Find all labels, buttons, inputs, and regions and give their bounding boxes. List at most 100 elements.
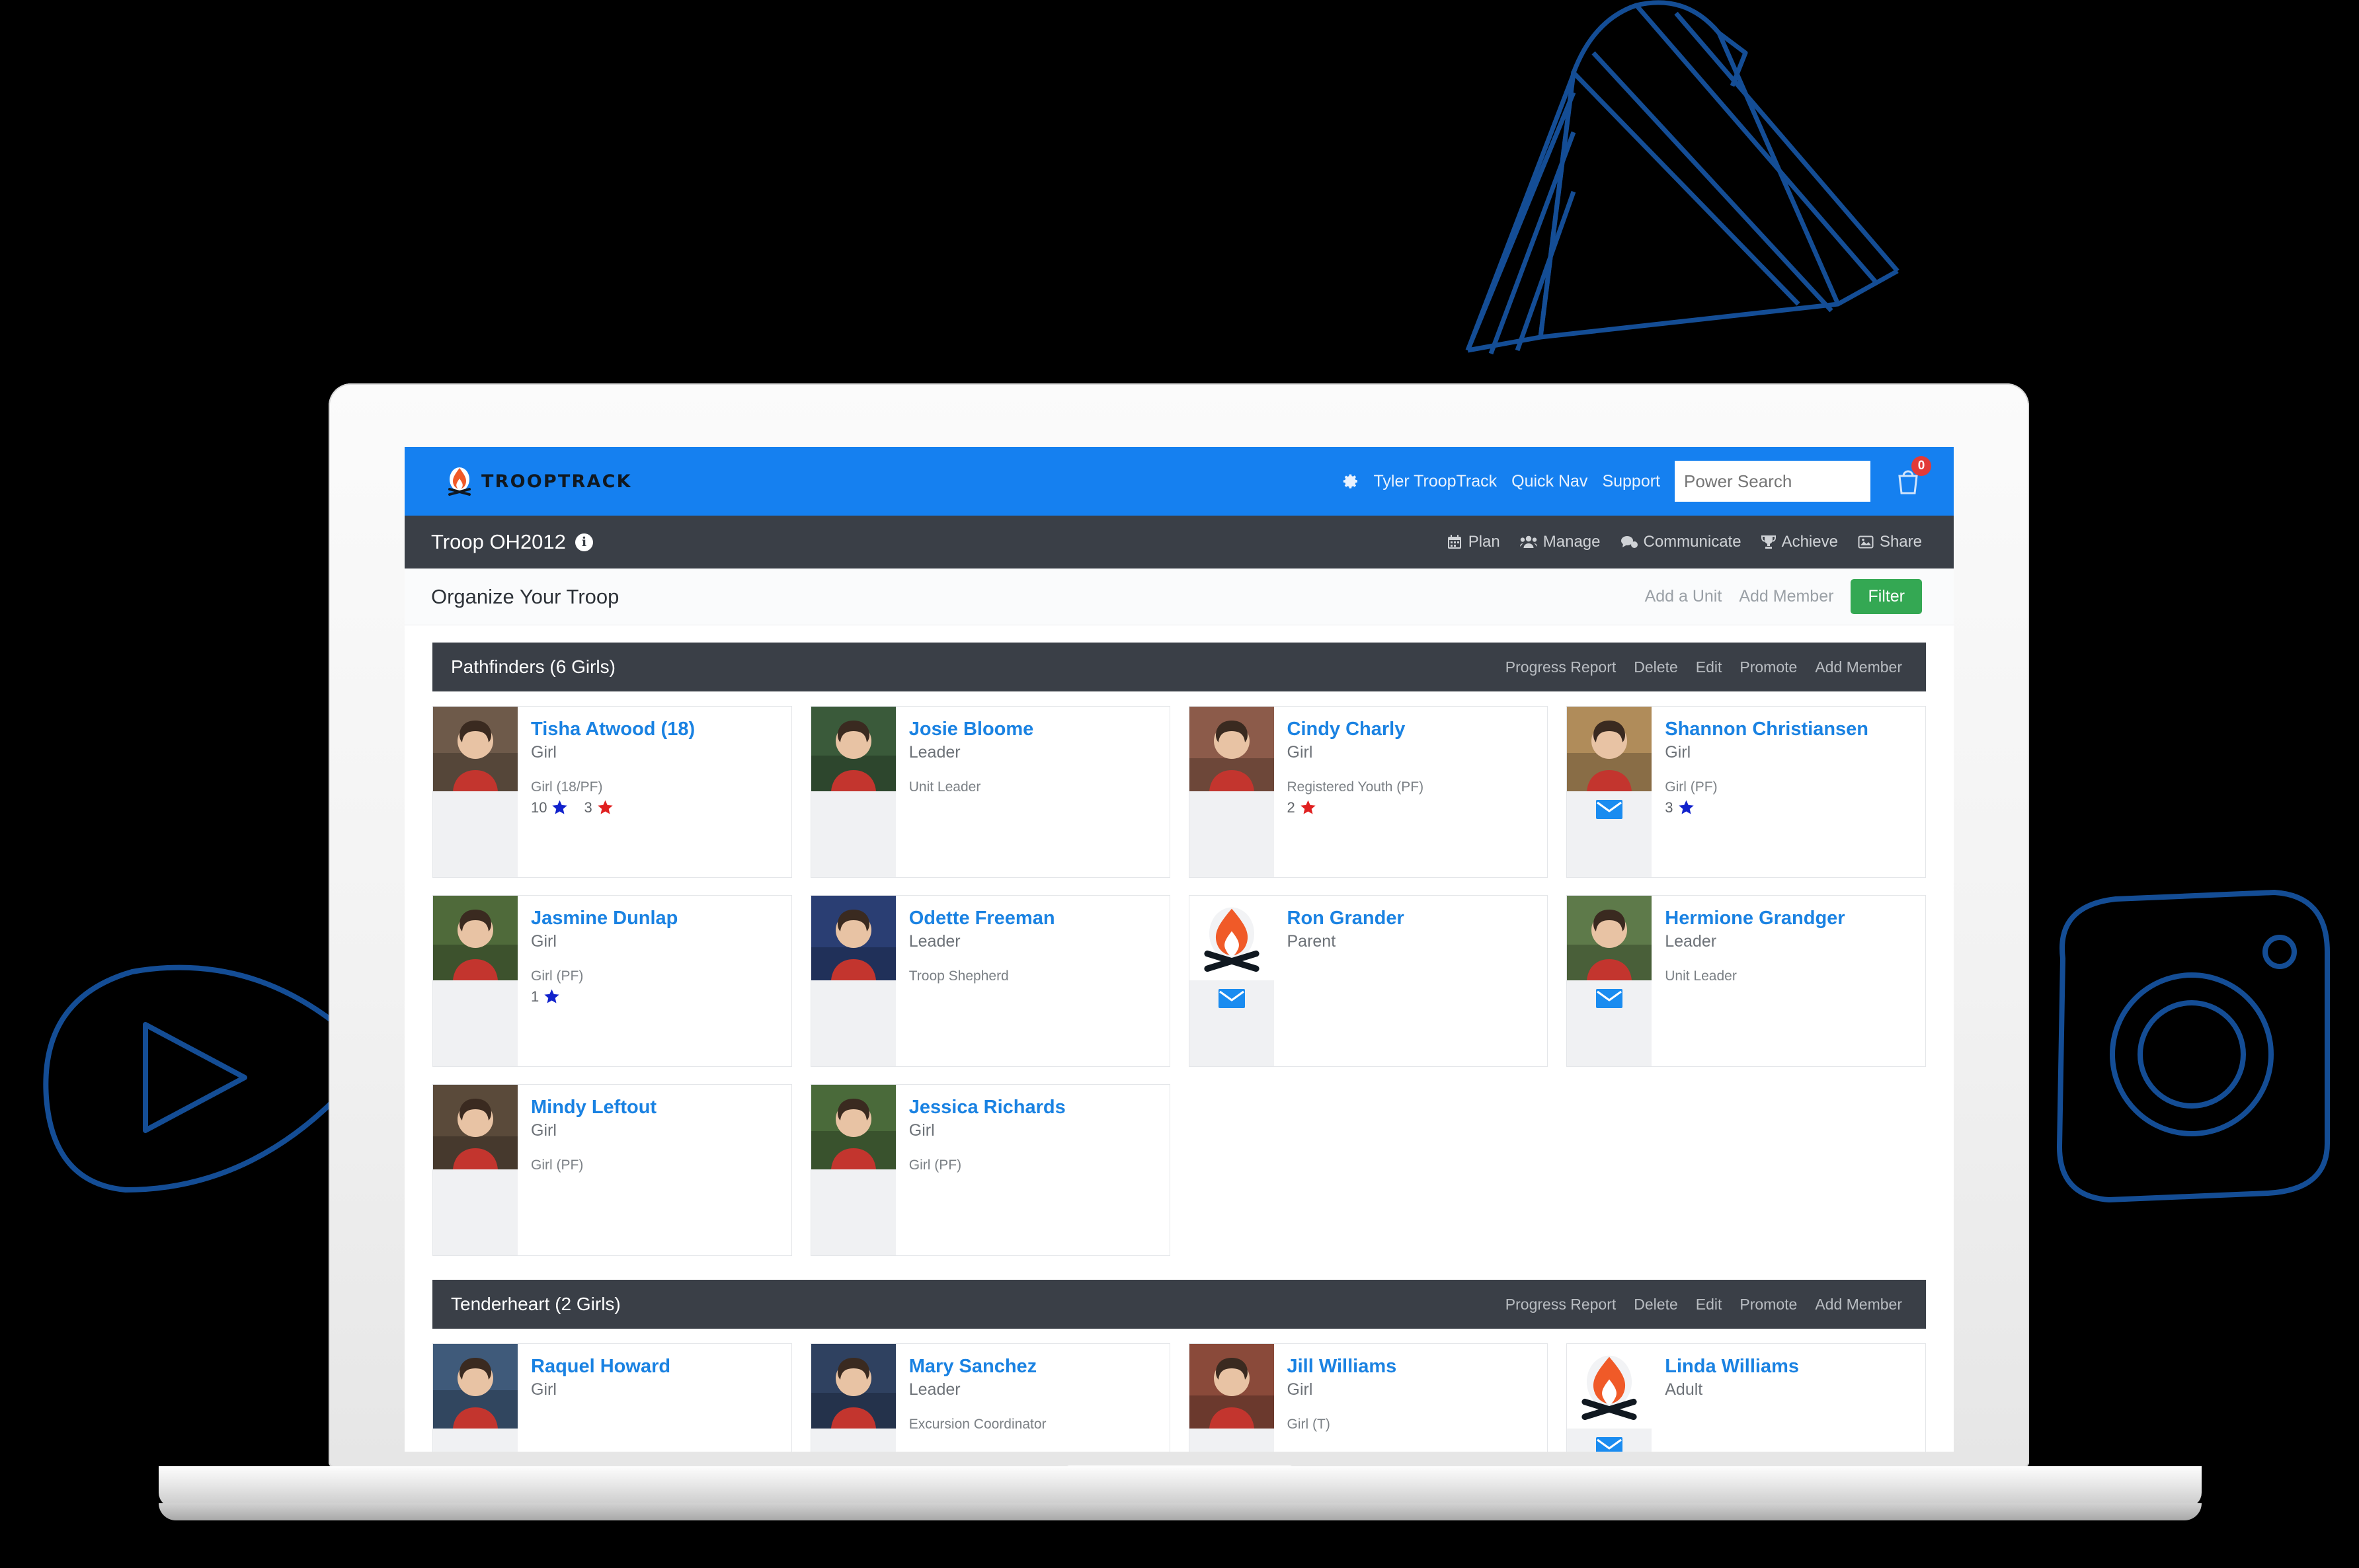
top-link-2[interactable]: Support bbox=[1602, 472, 1660, 491]
envelope-icon[interactable] bbox=[1218, 989, 1245, 1008]
unit-action-progress-report[interactable]: Progress Report bbox=[1505, 658, 1616, 676]
page-title: Organize Your Troop bbox=[431, 584, 620, 608]
member-card-grid: Raquel Howard Girl Mary Sanchez Leader Excur… bbox=[432, 1329, 1926, 1452]
unit-action-add-member[interactable]: Add Member bbox=[1815, 1296, 1902, 1313]
member-card-body: Tisha Atwood (18) Girl Girl (18/PF) 10 3 bbox=[518, 707, 791, 877]
member-card-body: Josie Bloome Leader Unit Leader bbox=[896, 707, 1170, 877]
add-member-link[interactable]: Add Member bbox=[1739, 587, 1833, 606]
member-card-media bbox=[1189, 896, 1274, 1066]
nav-achieve[interactable]: Achieve bbox=[1761, 533, 1838, 551]
member-name-link[interactable]: Shannon Christiansen bbox=[1665, 719, 1915, 741]
brand-logo[interactable]: TROOPTRACK bbox=[446, 467, 632, 496]
nav-plan-label: Plan bbox=[1468, 533, 1500, 551]
unit-action-edit[interactable]: Edit bbox=[1696, 1296, 1722, 1313]
member-card[interactable]: Cindy Charly Girl Registered Youth (PF) 2 bbox=[1188, 706, 1548, 878]
member-name-link[interactable]: Raquel Howard bbox=[531, 1356, 781, 1378]
member-name-link[interactable]: Mindy Leftout bbox=[531, 1097, 781, 1119]
member-role: Leader bbox=[1665, 931, 1717, 951]
star-icon bbox=[1678, 800, 1694, 814]
member-card[interactable]: Jessica Richards Girl Girl (PF) bbox=[810, 1084, 1170, 1256]
member-card[interactable]: Raquel Howard Girl bbox=[432, 1343, 792, 1452]
member-name-link[interactable]: Jasmine Dunlap bbox=[531, 908, 781, 930]
envelope-icon[interactable] bbox=[1596, 989, 1623, 1008]
member-card-body: Jessica Richards Girl Girl (PF) bbox=[896, 1085, 1170, 1255]
member-card[interactable]: Josie Bloome Leader Unit Leader bbox=[810, 706, 1170, 878]
power-search-input[interactable] bbox=[1675, 461, 1870, 502]
top-link-0[interactable]: Tyler TroopTrack bbox=[1374, 472, 1498, 491]
member-card[interactable]: Mary Sanchez Leader Excursion Coordinator bbox=[810, 1343, 1170, 1452]
member-card[interactable]: Linda Williams Adult bbox=[1566, 1343, 1926, 1452]
unit-header: Tenderheart (2 Girls) Progress Report Dele… bbox=[432, 1280, 1926, 1329]
gear-icon[interactable] bbox=[1342, 473, 1359, 490]
member-card[interactable]: Shannon Christiansen Girl Girl (PF) 3 bbox=[1566, 706, 1926, 878]
member-card-body: Mindy Leftout Girl Girl (PF) bbox=[518, 1085, 791, 1255]
member-photo bbox=[811, 1344, 896, 1429]
member-name-link[interactable]: Cindy Charly bbox=[1287, 719, 1537, 741]
member-card[interactable]: Odette Freeman Leader Troop Shepherd bbox=[810, 895, 1170, 1067]
unit-action-delete[interactable]: Delete bbox=[1634, 658, 1677, 676]
chat-icon bbox=[1620, 536, 1638, 548]
member-name-link[interactable]: Jill Williams bbox=[1287, 1356, 1537, 1378]
nav-manage[interactable]: Manage bbox=[1519, 533, 1601, 551]
member-card-media bbox=[1189, 1344, 1274, 1452]
unit-action-progress-report[interactable]: Progress Report bbox=[1505, 1296, 1616, 1313]
member-photo bbox=[1189, 707, 1274, 791]
member-card[interactable]: Jill Williams Girl Girl (T) bbox=[1188, 1343, 1548, 1452]
member-name-link[interactable]: Linda Williams bbox=[1665, 1356, 1915, 1378]
campfire-icon bbox=[1581, 1355, 1637, 1421]
star-count: 2 bbox=[1287, 799, 1295, 816]
unit-action-promote[interactable]: Promote bbox=[1739, 1296, 1797, 1313]
unit-action-edit[interactable]: Edit bbox=[1696, 658, 1722, 676]
users-icon bbox=[1519, 535, 1537, 548]
unit-actions: Progress Report Delete Edit Promote Add Memb… bbox=[1505, 1296, 1902, 1313]
member-card-media bbox=[811, 1085, 896, 1255]
filter-button[interactable]: Filter bbox=[1851, 579, 1922, 614]
top-link-1[interactable]: Quick Nav bbox=[1511, 472, 1587, 491]
member-name-link[interactable]: Odette Freeman bbox=[909, 908, 1159, 930]
member-name-link[interactable]: Jessica Richards bbox=[909, 1097, 1159, 1119]
unit-action-delete[interactable]: Delete bbox=[1634, 1296, 1677, 1313]
member-card-media bbox=[811, 707, 896, 877]
member-meta: Girl (PF) bbox=[531, 1157, 584, 1173]
nav-communicate[interactable]: Communicate bbox=[1620, 533, 1741, 551]
member-meta: Troop Shepherd bbox=[908, 968, 1009, 984]
unit-header: Pathfinders (6 Girls) Progress Report Dele… bbox=[432, 643, 1926, 691]
member-card-body: Odette Freeman Leader Troop Shepherd bbox=[896, 896, 1170, 1066]
tent-doodle-icon bbox=[1465, 0, 1899, 355]
member-role: Leader bbox=[908, 1380, 961, 1399]
member-name-link[interactable]: Mary Sanchez bbox=[909, 1356, 1159, 1378]
campfire-icon bbox=[1203, 907, 1259, 972]
brand-name: TROOPTRACK bbox=[481, 471, 632, 492]
member-card[interactable]: Ron Grander Parent bbox=[1188, 895, 1548, 1067]
top-nav-links: Tyler TroopTrack Quick Nav Support 0 bbox=[1342, 456, 1931, 502]
member-photo bbox=[433, 1344, 518, 1429]
add-unit-link[interactable]: Add a Unit bbox=[1645, 587, 1722, 606]
shopping-cart-button[interactable]: 0 bbox=[1892, 456, 1931, 498]
nav-plan[interactable]: Plan bbox=[1447, 533, 1500, 551]
member-meta: Girl (T) bbox=[1287, 1416, 1330, 1432]
member-name-link[interactable]: Hermione Grandger bbox=[1665, 908, 1915, 930]
info-icon[interactable]: i bbox=[575, 533, 593, 551]
avatar-placeholder bbox=[1189, 896, 1274, 980]
member-card-body: Jasmine Dunlap Girl Girl (PF) 1 bbox=[518, 896, 791, 1066]
member-card-body: Hermione Grandger Leader Unit Leader bbox=[1652, 896, 1925, 1066]
star-icon bbox=[544, 989, 559, 1003]
member-name-link[interactable]: Josie Bloome bbox=[909, 719, 1159, 741]
member-name-link[interactable]: Tisha Atwood (18) bbox=[531, 719, 781, 741]
nav-share[interactable]: Share bbox=[1858, 533, 1922, 551]
member-card[interactable]: Jasmine Dunlap Girl Girl (PF) 1 bbox=[432, 895, 792, 1067]
calendar-icon bbox=[1447, 535, 1461, 549]
envelope-icon[interactable] bbox=[1596, 1437, 1623, 1452]
unit-action-add-member[interactable]: Add Member bbox=[1815, 658, 1902, 676]
member-role: Leader bbox=[908, 931, 961, 951]
member-card[interactable]: Tisha Atwood (18) Girl Girl (18/PF) 10 3 bbox=[432, 706, 792, 878]
member-card[interactable]: Mindy Leftout Girl Girl (PF) bbox=[432, 1084, 792, 1256]
laptop-base bbox=[159, 1466, 2202, 1507]
unit-action-promote[interactable]: Promote bbox=[1739, 658, 1797, 676]
member-name-link[interactable]: Ron Grander bbox=[1287, 908, 1537, 930]
member-card[interactable]: Hermione Grandger Leader Unit Leader bbox=[1566, 895, 1926, 1067]
envelope-icon[interactable] bbox=[1596, 800, 1623, 819]
member-meta: Girl (PF) bbox=[1665, 779, 1718, 795]
member-role: Girl bbox=[531, 742, 557, 762]
member-photo bbox=[433, 707, 518, 791]
